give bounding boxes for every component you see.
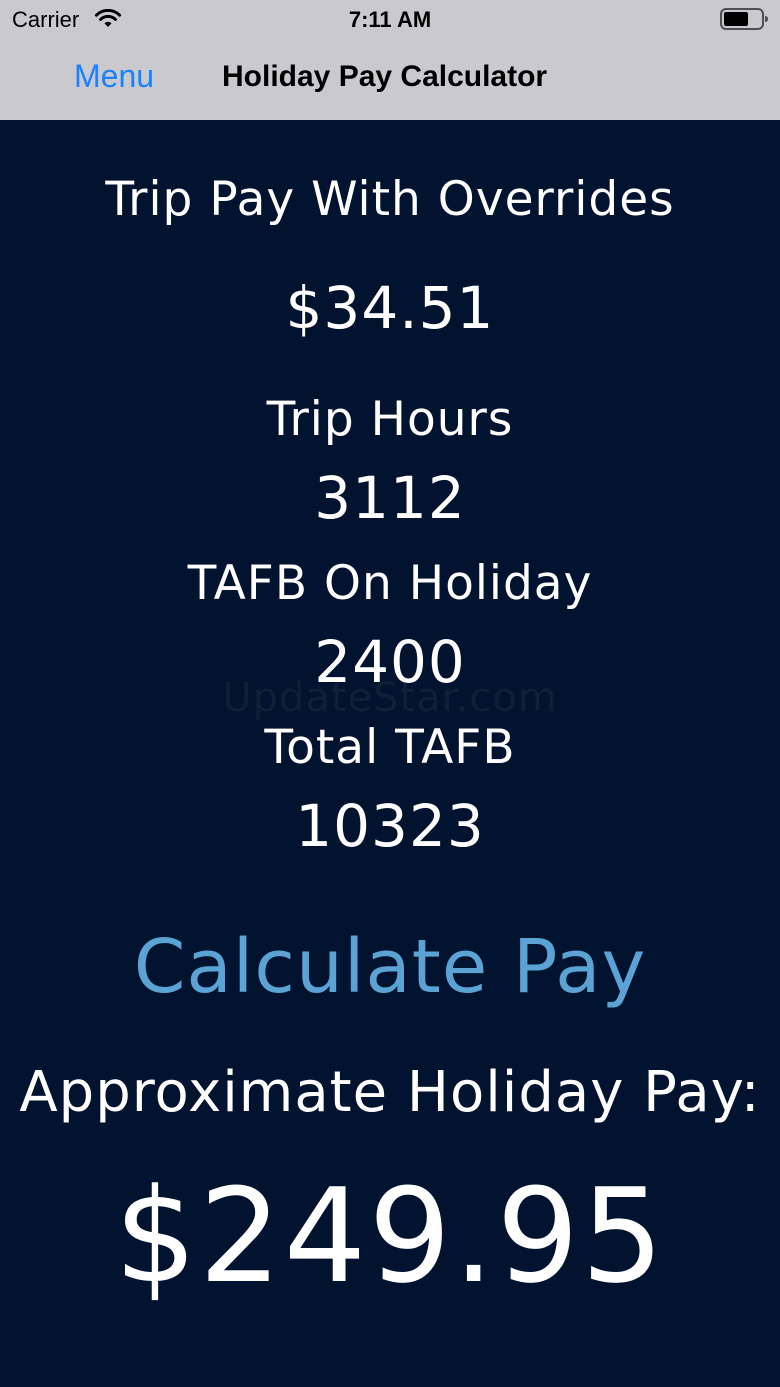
calculate-pay-button[interactable]: Calculate Pay	[0, 924, 780, 1010]
status-bar: Carrier 7:11 AM	[0, 0, 780, 40]
tafb-holiday-label: TAFB On Holiday	[187, 556, 593, 611]
watermark: UpdateStar.com	[222, 675, 558, 721]
trip-hours-value: 3112	[314, 464, 466, 532]
calculator-content: Trip Pay With Overrides $34.51 Trip Hour…	[0, 120, 780, 1387]
approx-holiday-pay-label: Approximate Holiday Pay:	[19, 1060, 761, 1125]
battery-icon	[720, 8, 768, 30]
trip-pay-value: $34.51	[285, 274, 495, 342]
total-tafb-label: Total TAFB	[264, 720, 516, 775]
approx-holiday-pay-value: $249.95	[114, 1160, 666, 1312]
navigation-bar: Menu Holiday Pay Calculator	[0, 40, 780, 120]
menu-button[interactable]: Menu	[74, 58, 154, 95]
trip-hours-label: Trip Hours	[266, 392, 514, 447]
trip-pay-label: Trip Pay With Overrides	[105, 172, 675, 227]
total-tafb-value: 10323	[295, 792, 485, 860]
page-title: Holiday Pay Calculator	[222, 60, 548, 93]
clock-time: 7:11 AM	[348, 7, 432, 32]
top-bar: Carrier 7:11 AM Menu Holiday Pay Calcula…	[0, 0, 780, 120]
